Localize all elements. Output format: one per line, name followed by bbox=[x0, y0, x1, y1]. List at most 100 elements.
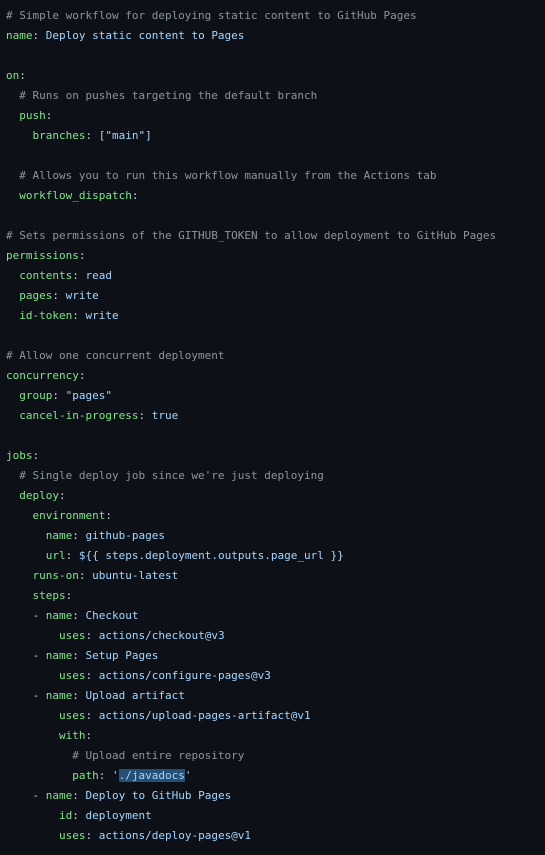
yaml-colon: : bbox=[85, 829, 93, 842]
code-line[interactable] bbox=[6, 326, 545, 346]
selected-text: ./javadocs bbox=[118, 769, 185, 782]
code-line[interactable] bbox=[6, 46, 545, 66]
yaml-value: github-pages bbox=[85, 529, 165, 542]
code-line[interactable]: deploy: bbox=[6, 486, 545, 506]
yaml-key: url bbox=[45, 549, 66, 562]
yaml-colon: : bbox=[85, 669, 93, 682]
code-line[interactable]: uses: actions/upload-pages-artifact@v1 bbox=[6, 706, 545, 726]
code-line[interactable]: concurrency: bbox=[6, 366, 545, 386]
yaml-value: ' bbox=[111, 769, 119, 782]
yaml-colon: : bbox=[85, 709, 93, 722]
yaml-key: with bbox=[58, 729, 86, 742]
code-line[interactable]: uses: actions/configure-pages@v3 bbox=[6, 666, 545, 686]
yaml-colon: : bbox=[98, 769, 106, 782]
code-line[interactable]: jobs: bbox=[6, 446, 545, 466]
yaml-value: actions/checkout@v3 bbox=[98, 629, 225, 642]
code-line[interactable] bbox=[6, 146, 545, 166]
code-line[interactable]: - name: Setup Pages bbox=[6, 646, 545, 666]
yaml-colon: : bbox=[52, 289, 59, 302]
code-line[interactable]: - name: Upload artifact bbox=[6, 686, 545, 706]
code-line[interactable]: # Simple workflow for deploying static c… bbox=[6, 6, 545, 26]
yaml-value: Setup Pages bbox=[85, 649, 159, 662]
code-line[interactable]: environment: bbox=[6, 506, 545, 526]
code-line[interactable]: on: bbox=[6, 66, 545, 86]
yaml-colon: : bbox=[65, 549, 73, 562]
code-line[interactable]: permissions: bbox=[6, 246, 545, 266]
yaml-comment: # Runs on pushes targeting the default b… bbox=[19, 89, 318, 102]
yaml-value: ' bbox=[184, 769, 192, 782]
yaml-colon: : bbox=[85, 129, 93, 142]
yaml-key: path bbox=[72, 769, 99, 782]
yaml-value: "pages" bbox=[65, 389, 112, 402]
yaml-key: uses bbox=[58, 829, 86, 842]
yaml-key: concurrency bbox=[6, 369, 79, 382]
yaml-colon: : bbox=[72, 649, 79, 662]
yaml-colon: : bbox=[85, 729, 93, 742]
code-line[interactable]: group: "pages" bbox=[6, 386, 545, 406]
code-line[interactable]: runs-on: ubuntu-latest bbox=[6, 566, 545, 586]
code-line[interactable]: # Upload entire repository bbox=[6, 746, 545, 766]
yaml-key: uses bbox=[58, 669, 86, 682]
yaml-key: push bbox=[19, 109, 46, 122]
yaml-colon: : bbox=[52, 389, 59, 402]
code-line[interactable]: push: bbox=[6, 106, 545, 126]
yaml-colon: : bbox=[72, 309, 79, 322]
code-editor[interactable]: # Simple workflow for deploying static c… bbox=[0, 0, 545, 846]
code-line[interactable]: - name: Deploy to GitHub Pages bbox=[6, 786, 545, 806]
yaml-key: contents bbox=[19, 269, 73, 282]
code-line[interactable]: steps: bbox=[6, 586, 545, 606]
yaml-colon: : bbox=[78, 249, 86, 262]
yaml-value: actions/upload-pages-artifact@v1 bbox=[98, 709, 311, 722]
yaml-key: permissions bbox=[6, 249, 79, 262]
yaml-value: ${{ steps.deployment.outputs.page_url }} bbox=[78, 549, 344, 562]
code-line[interactable]: uses: actions/deploy-pages@v1 bbox=[6, 826, 545, 846]
code-line[interactable]: id-token: write bbox=[6, 306, 545, 326]
yaml-comment: # Simple workflow for deploying static c… bbox=[6, 9, 417, 22]
yaml-key: name bbox=[45, 789, 73, 802]
yaml-key: id bbox=[58, 809, 73, 822]
code-line[interactable]: cancel-in-progress: true bbox=[6, 406, 545, 426]
code-line[interactable]: # Runs on pushes targeting the default b… bbox=[6, 86, 545, 106]
yaml-comment: # Upload entire repository bbox=[72, 749, 245, 762]
yaml-key: name bbox=[45, 649, 73, 662]
code-line[interactable]: # Single deploy job since we're just dep… bbox=[6, 466, 545, 486]
yaml-comment: # Allow one concurrent deployment bbox=[6, 349, 225, 362]
yaml-colon: : bbox=[131, 189, 139, 202]
yaml-key: pages bbox=[19, 289, 53, 302]
yaml-colon: : bbox=[85, 629, 93, 642]
yaml-key: steps bbox=[32, 589, 66, 602]
code-line[interactable]: # Allow one concurrent deployment bbox=[6, 346, 545, 366]
code-line[interactable]: with: bbox=[6, 726, 545, 746]
yaml-key: workflow_dispatch bbox=[19, 189, 132, 202]
code-line[interactable]: contents: read bbox=[6, 266, 545, 286]
code-line[interactable]: id: deployment bbox=[6, 806, 545, 826]
yaml-colon: : bbox=[138, 409, 146, 422]
code-line[interactable]: name: Deploy static content to Pages bbox=[6, 26, 545, 46]
code-line[interactable]: uses: actions/checkout@v3 bbox=[6, 626, 545, 646]
code-line[interactable]: # Sets permissions of the GITHUB_TOKEN t… bbox=[6, 226, 545, 246]
code-line[interactable]: pages: write bbox=[6, 286, 545, 306]
code-line[interactable]: path: './javadocs' bbox=[6, 766, 545, 786]
code-line[interactable] bbox=[6, 426, 545, 446]
yaml-colon: : bbox=[32, 449, 40, 462]
yaml-value: Deploy static content to Pages bbox=[45, 29, 245, 42]
code-line[interactable]: branches: ["main"] bbox=[6, 126, 545, 146]
code-line[interactable]: workflow_dispatch: bbox=[6, 186, 545, 206]
yaml-comment: # Single deploy job since we're just dep… bbox=[19, 469, 324, 482]
code-line[interactable]: - name: Checkout bbox=[6, 606, 545, 626]
yaml-key: environment bbox=[32, 509, 106, 522]
yaml-key: cancel-in-progress bbox=[19, 409, 139, 422]
code-line[interactable]: name: github-pages bbox=[6, 526, 545, 546]
yaml-colon: : bbox=[72, 609, 79, 622]
code-line[interactable] bbox=[6, 206, 545, 226]
code-line[interactable]: url: ${{ steps.deployment.outputs.page_u… bbox=[6, 546, 545, 566]
yaml-value: write bbox=[85, 309, 119, 322]
yaml-value: actions/deploy-pages@v1 bbox=[98, 829, 252, 842]
yaml-colon: : bbox=[72, 809, 79, 822]
yaml-colon: : bbox=[78, 569, 86, 582]
code-line[interactable]: # Allows you to run this workflow manual… bbox=[6, 166, 545, 186]
yaml-key: name bbox=[45, 529, 73, 542]
yaml-key: runs-on bbox=[32, 569, 79, 582]
yaml-key: deploy bbox=[19, 489, 59, 502]
yaml-comment: # Sets permissions of the GITHUB_TOKEN t… bbox=[6, 229, 497, 242]
